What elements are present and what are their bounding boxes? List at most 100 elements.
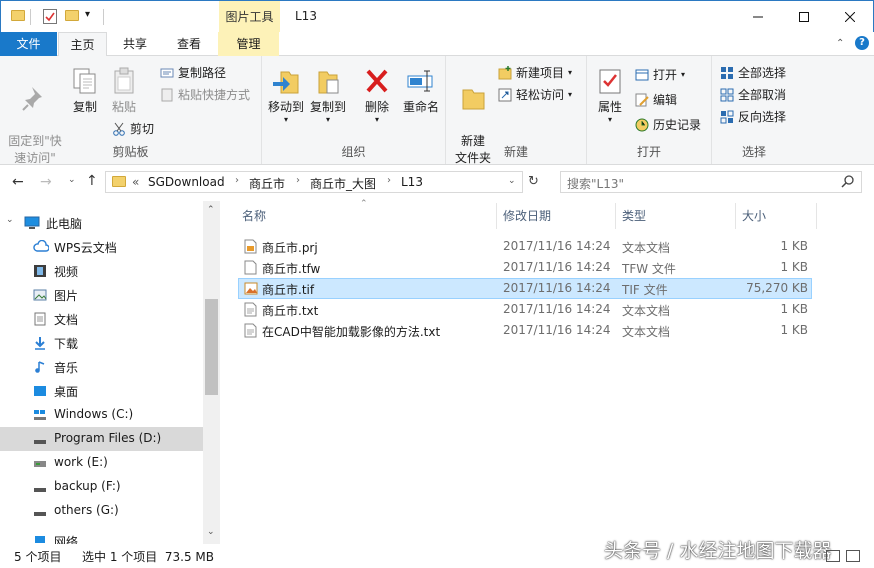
column-divider[interactable] [615,203,616,229]
breadcrumb-overflow[interactable]: « [132,175,139,189]
tab-file[interactable]: 文件 [0,32,57,56]
file-date: 2017/11/16 14:24 [503,302,611,316]
clipboard-group-label: 剪贴板 [112,145,149,159]
nav-label: work (E:) [54,455,108,469]
nav-item-music[interactable]: 音乐 [0,355,203,379]
paste-button[interactable]: 粘贴 [107,66,141,116]
text-file-icon [244,302,257,320]
qat-dropdown-icon[interactable]: ▾ [85,9,90,20]
large-icons-view-icon[interactable] [846,550,860,562]
file-date: 2017/11/16 14:24 [503,323,611,337]
file-row[interactable]: 商丘市.tfw 2017/11/16 14:24 TFW 文件 1 KB [238,257,812,278]
close-button[interactable] [827,1,873,32]
back-arrow-icon[interactable]: ← [12,174,24,190]
column-header-type[interactable]: 类型 [622,207,646,224]
status-bar: 5 个项目 选中 1 个项目 73.5 MB 头条号 / 水经注地图下载器 [0,540,874,568]
tab-view[interactable]: 查看 [164,32,214,56]
nav-item-this-pc[interactable]: ⌄ 此电脑 [0,211,203,235]
cut-button[interactable]: 剪切 [112,120,154,138]
search-icon [841,174,855,191]
breadcrumb-l13[interactable]: L13 [401,175,423,189]
file-date: 2017/11/16 14:24 [503,281,611,295]
nav-item-network[interactable]: 网络 [0,529,203,544]
pictures-icon [33,288,48,302]
file-row[interactable]: 商丘市.txt 2017/11/16 14:24 文本文档 1 KB [238,299,812,320]
copy-button[interactable]: 复制 [68,66,102,116]
music-icon [33,360,48,374]
item-count: 5 个项目 [14,550,62,564]
invert-selection-button[interactable]: 反向选择 [720,108,786,126]
select-none-button[interactable]: 全部取消 [720,86,786,104]
tab-share[interactable]: 共享 [110,32,160,56]
file-date: 2017/11/16 14:24 [503,239,611,253]
nav-item-documents[interactable]: 文档 [0,307,203,331]
tab-home[interactable]: 主页 [58,32,107,57]
nav-item-drive-e[interactable]: work (E:) [0,451,203,475]
nav-item-drive-g[interactable]: others (G:) [0,499,203,523]
up-arrow-icon[interactable]: ↑ [86,173,98,189]
open-button[interactable]: 打开 ▾ [635,66,685,84]
generic-file-icon [244,260,257,278]
collapse-ribbon-icon[interactable]: ⌃ [836,38,844,49]
nav-item-downloads[interactable]: 下载 [0,331,203,355]
cut-label: 剪切 [130,122,155,136]
select-all-label: 全部选择 [738,66,787,80]
breadcrumb-shangqiu-large[interactable]: 商丘市_大图 [310,175,376,192]
breadcrumb-shangqiu[interactable]: 商丘市 [249,175,285,192]
column-divider[interactable] [816,203,817,229]
scroll-down-icon[interactable]: ⌄ [207,527,215,537]
documents-icon [33,312,48,326]
scroll-up-icon[interactable]: ⌃ [207,205,215,215]
maximize-button[interactable] [781,1,827,32]
column-header-size[interactable]: 大小 [742,207,766,224]
column-divider[interactable] [496,203,497,229]
breadcrumb-separator-icon: › [296,175,300,186]
recent-locations-chevron-icon[interactable]: ⌄ [68,175,76,185]
properties-qat-icon[interactable] [43,9,57,27]
search-input[interactable]: 搜索"L13" [560,171,862,193]
forward-arrow-icon[interactable]: → [40,174,52,190]
nav-item-desktop[interactable]: 桌面 [0,379,203,403]
copy-label: 复制 [72,100,97,114]
nav-item-pictures[interactable]: 图片 [0,283,203,307]
paste-shortcut-button[interactable]: 粘贴快捷方式 [160,86,250,104]
copy-path-button[interactable]: 复制路径 [160,64,226,82]
nav-item-drive-c[interactable]: Windows (C:) [0,403,203,427]
move-to-button[interactable]: 移动到 ▾ [266,66,306,124]
file-row[interactable]: 商丘市.prj 2017/11/16 14:24 文本文档 1 KB [238,236,812,257]
nav-scrollbar[interactable]: ⌃ ⌄ [203,201,220,544]
edit-button[interactable]: 编辑 [635,91,677,109]
new-folder-qat-icon[interactable] [65,10,79,21]
address-dropdown-icon[interactable]: ⌄ [508,176,516,186]
refresh-icon[interactable]: ↻ [528,174,539,189]
expand-chevron-icon[interactable]: ⌄ [6,215,14,225]
nav-item-drive-d[interactable]: Program Files (D:) [0,427,203,451]
history-button[interactable]: 历史记录 [635,116,701,134]
details-view-icon[interactable] [826,550,840,562]
rename-button[interactable]: 重命名 [400,66,442,116]
properties-button[interactable]: 属性 ▾ [593,66,627,124]
tab-manage[interactable]: 管理 [218,32,279,56]
search-placeholder: 搜索"L13" [567,177,624,191]
select-all-button[interactable]: 全部选择 [720,64,786,82]
new-item-button[interactable]: 新建项目 ▾ [498,64,572,82]
nav-item-videos[interactable]: 视频 [0,259,203,283]
breadcrumb-sgdownload[interactable]: SGDownload [148,175,225,189]
column-divider[interactable] [735,203,736,229]
file-row[interactable]: 在CAD中智能加载影像的方法.txt 2017/11/16 14:24 文本文档… [238,320,812,341]
delete-button[interactable]: 删除 ▾ [360,66,394,124]
column-header-date[interactable]: 修改日期 [503,207,551,224]
nav-item-wps-cloud[interactable]: WPS云文档 [0,235,203,259]
move-to-label: 移动到 [267,100,304,114]
column-header-name[interactable]: 名称 [242,207,266,224]
file-row-selected[interactable]: 商丘市.tif 2017/11/16 14:24 TIF 文件 75,270 K… [238,278,812,299]
scrollbar-thumb[interactable] [205,299,218,395]
copy-to-button[interactable]: 复制到 ▾ [308,66,348,124]
nav-item-drive-f[interactable]: backup (F:) [0,475,203,499]
address-box[interactable]: « SGDownload › 商丘市 › 商丘市_大图 › L13 ⌄ [105,171,523,193]
minimize-button[interactable] [735,1,781,32]
easy-access-button[interactable]: 轻松访问 ▾ [498,86,572,104]
help-icon[interactable]: ? [855,36,869,50]
ribbon: 固定到"快 速访问" 复制 粘贴 复制路径 粘贴快捷方式 剪切 剪贴板 移动到 … [0,56,874,165]
clipboard-group: 固定到"快 速访问" 复制 粘贴 复制路径 粘贴快捷方式 剪切 剪贴板 [0,56,262,165]
